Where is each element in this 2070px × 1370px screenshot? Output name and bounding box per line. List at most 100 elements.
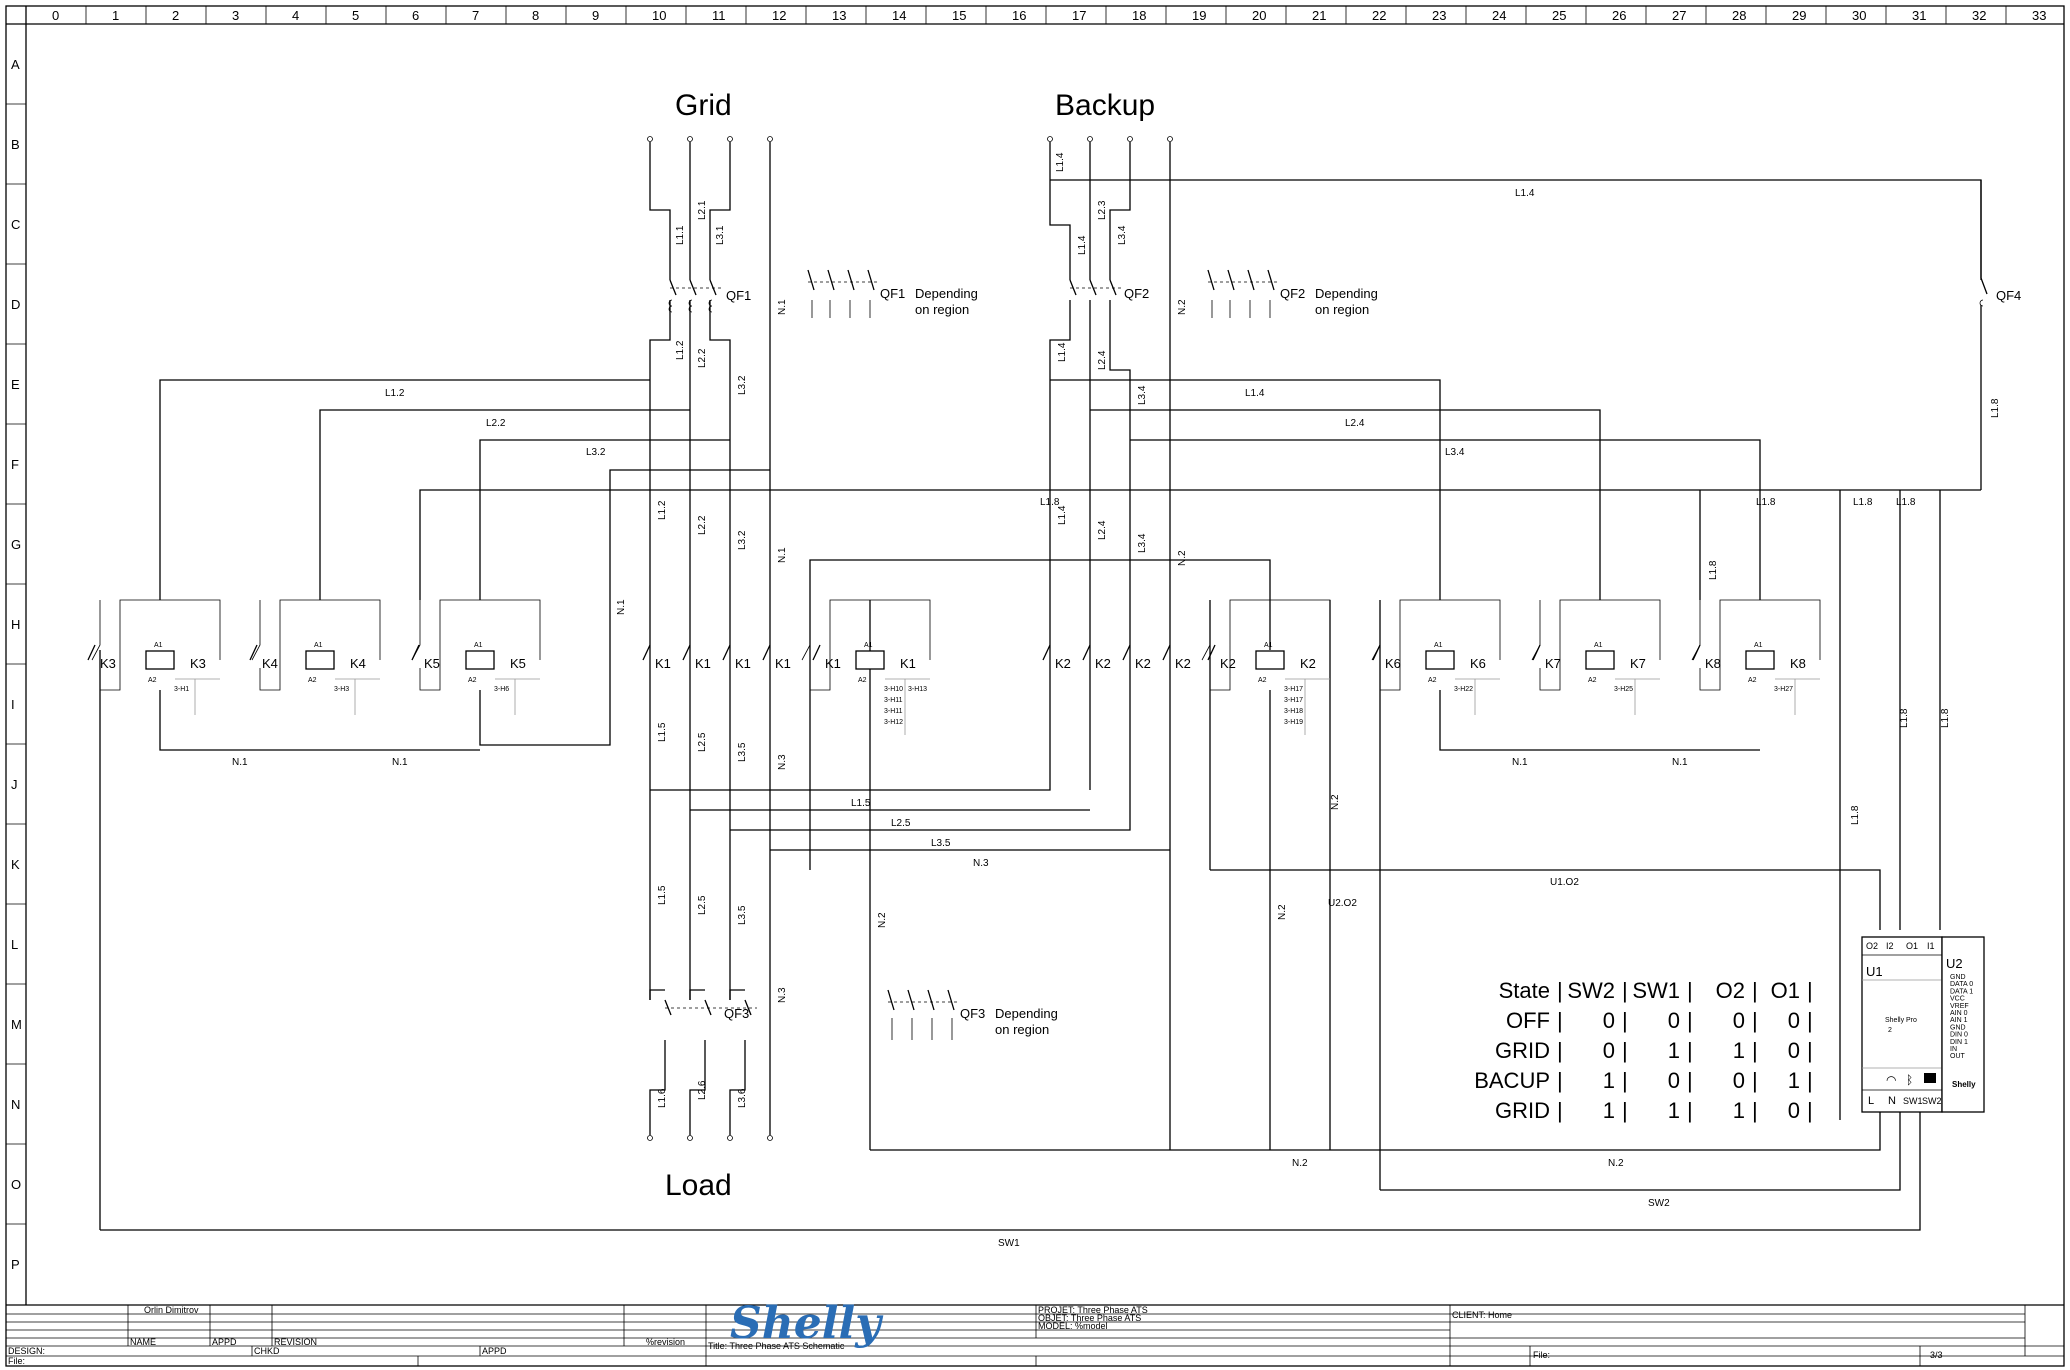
state-cell: 1 xyxy=(1668,1038,1680,1063)
state-separator: | xyxy=(1557,1068,1563,1093)
power-contact-label-k2: K2 xyxy=(1095,656,1111,671)
coil-ref: 3-H12 xyxy=(884,719,903,726)
tb-page: 3/3 xyxy=(1930,1350,1943,1360)
tb-model: MODEL: %model xyxy=(1038,1321,1108,1331)
row-headers: A B C D E F G H I J K L M N O P xyxy=(6,23,26,1272)
coil-a1: A1 xyxy=(1754,642,1763,649)
col-header-17: 17 xyxy=(1072,8,1086,23)
title-block xyxy=(6,1304,2064,1366)
state-separator: | xyxy=(1557,1008,1563,1033)
row-header-A: A xyxy=(11,57,20,72)
wire-l1-2-v: L1.2 xyxy=(675,340,686,360)
coil-label-k6: K6 xyxy=(1470,656,1486,671)
power-contact-label-k6: K6 xyxy=(1385,656,1401,671)
wire-n1-k3: N.1 xyxy=(232,757,248,768)
coil-label-k5: K5 xyxy=(510,656,526,671)
qf2-breaker xyxy=(1069,279,1122,296)
wire-l1-4-top-h: L1.4 xyxy=(1515,188,1535,199)
col-header-18: 18 xyxy=(1132,8,1146,23)
wire-n1-vertical: N.1 xyxy=(616,599,627,615)
u2-pin: DATA 1 xyxy=(1950,988,1973,995)
coil-a1: A1 xyxy=(474,642,483,649)
wire-l1-4-h: L1.4 xyxy=(1245,388,1265,399)
wire-l3-4-g: L3.4 xyxy=(1137,533,1148,553)
coil-symbol xyxy=(1255,650,1285,670)
u2-pin: DIN 1 xyxy=(1950,1039,1968,1046)
row-header-G: G xyxy=(11,537,21,552)
wire-l3-5-b: L3.5 xyxy=(737,905,748,925)
col-header-1: 1 xyxy=(112,8,119,23)
coil-symbol xyxy=(1425,650,1455,670)
row-header-K: K xyxy=(11,857,20,872)
state-separator: | xyxy=(1622,978,1628,1003)
coil-symbol xyxy=(465,650,495,670)
coil-ref: 3-H17 xyxy=(1284,686,1303,693)
coil-ref: 3-H19 xyxy=(1284,719,1303,726)
wire-l2-1: L2.1 xyxy=(697,200,708,220)
wire-l1-8-v: L1.8 xyxy=(1990,398,2001,418)
tb-file-label: File: xyxy=(8,1356,25,1366)
coil-a2: A2 xyxy=(1258,677,1267,684)
wire-l1-5-a: L1.5 xyxy=(657,722,668,742)
wire-n2-bottom: N.2 xyxy=(1292,1158,1308,1169)
wire-l1-5-h: L1.5 xyxy=(851,798,871,809)
device-model-line1: Shelly Pro xyxy=(1885,1017,1917,1024)
u2-pin: IN xyxy=(1950,1046,1957,1053)
qf1-alt-breaker xyxy=(807,269,880,318)
wire-l2-5-h: L2.5 xyxy=(891,818,911,829)
state-separator: | xyxy=(1687,1038,1693,1063)
wire-l1-2-h: L1.2 xyxy=(385,388,405,399)
wire-l3-4-h: L3.4 xyxy=(1445,447,1465,458)
state-cell: 1 xyxy=(1603,1098,1615,1123)
wire-u2o2: U2.O2 xyxy=(1328,898,1357,909)
wire-n2-r: N.2 xyxy=(1330,794,1341,810)
qf1-breaker xyxy=(668,279,722,313)
state-separator: | xyxy=(1752,1068,1758,1093)
wire-n1-k7: N.1 xyxy=(1672,757,1688,768)
u2-pin: VCC xyxy=(1950,996,1965,1003)
state-separator: | xyxy=(1752,978,1758,1003)
qf3-depending-line1: Depending xyxy=(995,1006,1058,1021)
state-table: State | SW2 | SW1 | O2 | O1 |OFF | 0 | 0 | 0 | 0 |GRID | 0 | 1… xyxy=(1474,978,1813,1123)
col-header-16: 16 xyxy=(1012,8,1026,23)
wire-l3-5-h: L3.5 xyxy=(931,838,951,849)
qf1-depending-line1: Depending xyxy=(915,286,978,301)
wire-n2-k2: N.2 xyxy=(1277,904,1288,920)
wire-l2-4-e: L2.4 xyxy=(1097,350,1108,370)
col-header-19: 19 xyxy=(1192,8,1206,23)
wire-sw1: SW1 xyxy=(998,1238,1020,1249)
power-contact-label-k1: K1 xyxy=(655,656,671,671)
coil-ref: 3-H11 xyxy=(884,708,903,715)
wire-sw2: SW2 xyxy=(1648,1198,1670,1209)
power-contact-label-k1: K1 xyxy=(695,656,711,671)
terminal-o2: O2 xyxy=(1866,941,1878,951)
row-header-E: E xyxy=(11,377,20,392)
wire-n2-g: N.2 xyxy=(1177,550,1188,566)
state-cell: GRID xyxy=(1495,1098,1550,1123)
state-separator: | xyxy=(1622,1038,1628,1063)
schematic-sheet: 0 1 2 3 4 5 6 7 8 9 10 11 12 13 14 15 16 17 18 19 20 21 22 23 24… xyxy=(5,5,2065,1367)
power-contact-label-k8: K8 xyxy=(1705,656,1721,671)
state-separator: | xyxy=(1687,1068,1693,1093)
state-header-cell: SW1 xyxy=(1632,978,1680,1003)
state-separator: | xyxy=(1622,1098,1628,1123)
state-cell: 0 xyxy=(1603,1008,1615,1033)
wire-l2-2-v: L2.2 xyxy=(697,348,708,368)
contactor-coils: K3 A1 A2 3-H1 K4 A1 A2 3-H3 K5 A1 A2 3-H6 K1 A1 A2 3-H1… xyxy=(87,599,1821,735)
state-cell: 0 xyxy=(1603,1038,1615,1063)
power-contact-label-k1: K1 xyxy=(825,656,841,671)
qf2-depending-line2: on region xyxy=(1315,302,1369,317)
power-contact-label-k2: K2 xyxy=(1135,656,1151,671)
coil-symbol xyxy=(1585,650,1615,670)
col-header-29: 29 xyxy=(1792,8,1806,23)
row-header-F: F xyxy=(11,457,19,472)
wifi-icon: ◠ xyxy=(1886,1073,1896,1087)
wire-n3-h: N.3 xyxy=(973,858,989,869)
coil-a1: A1 xyxy=(154,642,163,649)
bluetooth-icon: ᛒ xyxy=(1906,1073,1913,1087)
state-cell: 0 xyxy=(1733,1008,1745,1033)
u2-pin: DATA 0 xyxy=(1950,981,1973,988)
state-header-cell: State xyxy=(1499,978,1550,1003)
wire-l1-4-g: L1.4 xyxy=(1057,505,1068,525)
col-header-13: 13 xyxy=(832,8,846,23)
